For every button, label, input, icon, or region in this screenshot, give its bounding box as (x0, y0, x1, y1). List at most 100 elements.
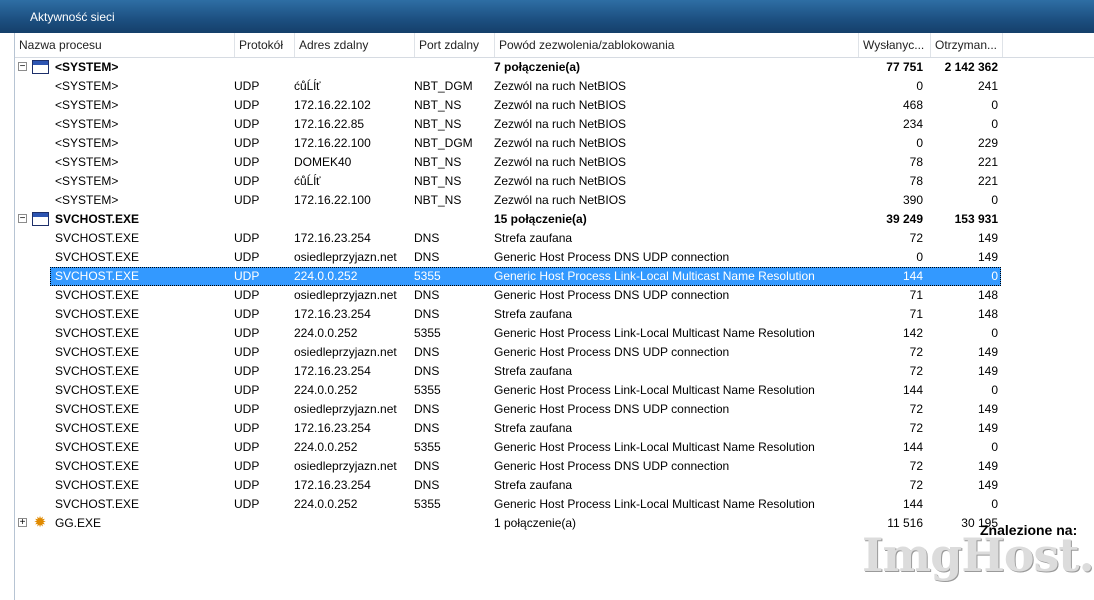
cell-reason: 7 połączenie(a) (494, 60, 581, 74)
cell-protocol: UDP (234, 79, 260, 93)
column-header-sent[interactable]: Wysłanyc... (859, 33, 931, 57)
cell-sent: 78 (909, 174, 923, 188)
cell-address: osiedleprzyjazn.net (294, 250, 397, 264)
cell-sent: 72 (909, 459, 923, 473)
connection-row[interactable]: SVCHOST.EXE UDP osiedleprzyjazn.net DNS Gene… (15, 457, 1094, 476)
cell-sent: 0 (916, 250, 923, 264)
cell-reason: Strefa zaufana (494, 231, 573, 245)
cell-address: 172.16.23.254 (294, 478, 371, 492)
process-group-row[interactable]: − <SYSTEM> 7 połączenie(a) 77 751 2 142 362 (15, 58, 1094, 77)
cell-port: DNS (414, 231, 440, 245)
connection-row[interactable]: <SYSTEM> UDP ćůĹĺť NBT_DGM Zezwól na ruch Ne… (15, 77, 1094, 96)
cell-address: 172.16.22.100 (294, 136, 371, 150)
connection-row[interactable]: SVCHOST.EXE UDP 224.0.0.252 5355 Generic Hos… (15, 267, 1094, 286)
cell-port (414, 58, 492, 77)
cell-address: osiedleprzyjazn.net (294, 402, 397, 416)
network-activity-panel: Nazwa procesu Protokół Adres zdalny Port… (14, 33, 1094, 600)
connection-row[interactable]: SVCHOST.EXE UDP 224.0.0.252 5355 Generic Hos… (15, 495, 1094, 514)
connection-row[interactable]: SVCHOST.EXE UDP 224.0.0.252 5355 Generic Hos… (15, 324, 1094, 343)
cell-protocol: UDP (234, 497, 260, 511)
cell-reason: Generic Host Process DNS UDP connection (494, 345, 730, 359)
connection-row[interactable]: SVCHOST.EXE UDP osiedleprzyjazn.net DNS Gene… (15, 248, 1094, 267)
cell-process: <SYSTEM> (55, 193, 119, 207)
connection-row[interactable]: SVCHOST.EXE UDP 172.16.23.254 DNS Strefa zau… (15, 419, 1094, 438)
cell-process: SVCHOST.EXE (55, 231, 140, 245)
cell-reason: Strefa zaufana (494, 421, 573, 435)
cell-received: 0 (991, 440, 998, 454)
cell-reason: Zezwól na ruch NetBIOS (494, 193, 627, 207)
collapse-icon[interactable]: − (18, 214, 27, 224)
cell-protocol: UDP (234, 117, 260, 131)
connection-row[interactable]: SVCHOST.EXE UDP 172.16.23.254 DNS Strefa zau… (15, 476, 1094, 495)
cell-port: 5355 (414, 269, 441, 283)
cell-protocol: UDP (234, 345, 260, 359)
cell-process: <SYSTEM> (55, 117, 119, 131)
connection-row[interactable]: SVCHOST.EXE UDP 224.0.0.252 5355 Generic Hos… (15, 381, 1094, 400)
cell-sent: 468 (902, 98, 923, 112)
column-header-address[interactable]: Adres zdalny (295, 33, 415, 57)
column-header-row: Nazwa procesu Protokół Adres zdalny Port… (15, 33, 1094, 58)
cell-sent: 0 (916, 79, 923, 93)
cell-received: 221 (977, 155, 998, 169)
connection-row[interactable]: SVCHOST.EXE UDP 172.16.23.254 DNS Strefa zau… (15, 362, 1094, 381)
cell-protocol: UDP (234, 364, 260, 378)
cell-reason: Generic Host Process Link-Local Multicas… (494, 326, 815, 340)
cell-protocol: UDP (234, 383, 260, 397)
cell-received: 241 (977, 79, 998, 93)
cell-address: 172.16.22.100 (294, 193, 371, 207)
cell-process: SVCHOST.EXE (55, 288, 140, 302)
connection-row[interactable]: <SYSTEM> UDP 172.16.22.100 NBT_NS Zezwól na … (15, 191, 1094, 210)
column-header-reason[interactable]: Powód zezwolenia/zablokowania (495, 33, 859, 57)
connection-row[interactable]: SVCHOST.EXE UDP 224.0.0.252 5355 Generic Hos… (15, 438, 1094, 457)
cell-address: ćůĹĺť (294, 79, 321, 93)
cell-process: SVCHOST.EXE (55, 497, 140, 511)
column-header-process[interactable]: Nazwa procesu (15, 33, 235, 57)
connection-row[interactable]: SVCHOST.EXE UDP osiedleprzyjazn.net DNS Gene… (15, 343, 1094, 362)
cell-port: DNS (414, 478, 440, 492)
connection-row[interactable]: <SYSTEM> UDP 172.16.22.100 NBT_DGM Zezwól na… (15, 134, 1094, 153)
cell-received: 0 (991, 269, 998, 283)
connection-row[interactable]: SVCHOST.EXE UDP 172.16.23.254 DNS Strefa zau… (15, 305, 1094, 324)
cell-port: NBT_NS (414, 193, 462, 207)
cell-reason: Zezwól na ruch NetBIOS (494, 98, 627, 112)
cell-protocol (234, 514, 289, 533)
collapse-icon[interactable]: − (18, 62, 27, 72)
cell-sent: 142 (902, 326, 923, 340)
cell-port: NBT_DGM (414, 136, 473, 150)
connection-row[interactable]: <SYSTEM> UDP ćůĹĺť NBT_NS Zezwól na ruch Net… (15, 172, 1094, 191)
cell-received: 0 (991, 117, 998, 131)
cell-protocol: UDP (234, 155, 260, 169)
cell-port: 5355 (414, 383, 441, 397)
window-title: Aktywność sieci (30, 10, 115, 24)
cell-reason: Generic Host Process Link-Local Multicas… (494, 269, 815, 283)
process-group-row[interactable]: − SVCHOST.EXE 15 połączenie(a) 39 249 153 93… (15, 210, 1094, 229)
cell-address: 172.16.23.254 (294, 307, 371, 321)
cell-protocol: UDP (234, 440, 260, 454)
connection-row[interactable]: SVCHOST.EXE UDP 172.16.23.254 DNS Strefa zau… (15, 229, 1094, 248)
connection-row[interactable]: SVCHOST.EXE UDP osiedleprzyjazn.net DNS Gene… (15, 400, 1094, 419)
column-header-port[interactable]: Port zdalny (415, 33, 495, 57)
cell-sent: 144 (902, 269, 923, 283)
cell-process: SVCHOST.EXE (55, 421, 140, 435)
connection-row[interactable]: <SYSTEM> UDP DOMEK40 NBT_NS Zezwól na ruch N… (15, 153, 1094, 172)
column-header-protocol[interactable]: Protokół (235, 33, 295, 57)
connection-row[interactable]: SVCHOST.EXE UDP osiedleprzyjazn.net DNS Gene… (15, 286, 1094, 305)
cell-reason: Generic Host Process Link-Local Multicas… (494, 383, 815, 397)
cell-reason: Zezwól na ruch NetBIOS (494, 79, 627, 93)
cell-port: DNS (414, 402, 440, 416)
expand-icon[interactable]: + (18, 518, 27, 528)
cell-reason: Generic Host Process DNS UDP connection (494, 250, 730, 264)
cell-process: SVCHOST.EXE (55, 440, 140, 454)
cell-protocol: UDP (234, 478, 260, 492)
column-header-received[interactable]: Otrzyman... (931, 33, 1003, 57)
cell-received: 148 (977, 307, 998, 321)
cell-address: 172.16.23.254 (294, 364, 371, 378)
cell-reason: Generic Host Process Link-Local Multicas… (494, 497, 815, 511)
connection-row[interactable]: <SYSTEM> UDP 172.16.22.85 NBT_NS Zezwól na r… (15, 115, 1094, 134)
cell-address (294, 210, 412, 229)
cell-address: 172.16.22.102 (294, 98, 371, 112)
cell-process: <SYSTEM> (55, 155, 119, 169)
connection-row[interactable]: <SYSTEM> UDP 172.16.22.102 NBT_NS Zezwól na … (15, 96, 1094, 115)
cell-process: SVCHOST.EXE (55, 478, 140, 492)
cell-received: 2 142 362 (944, 60, 998, 74)
